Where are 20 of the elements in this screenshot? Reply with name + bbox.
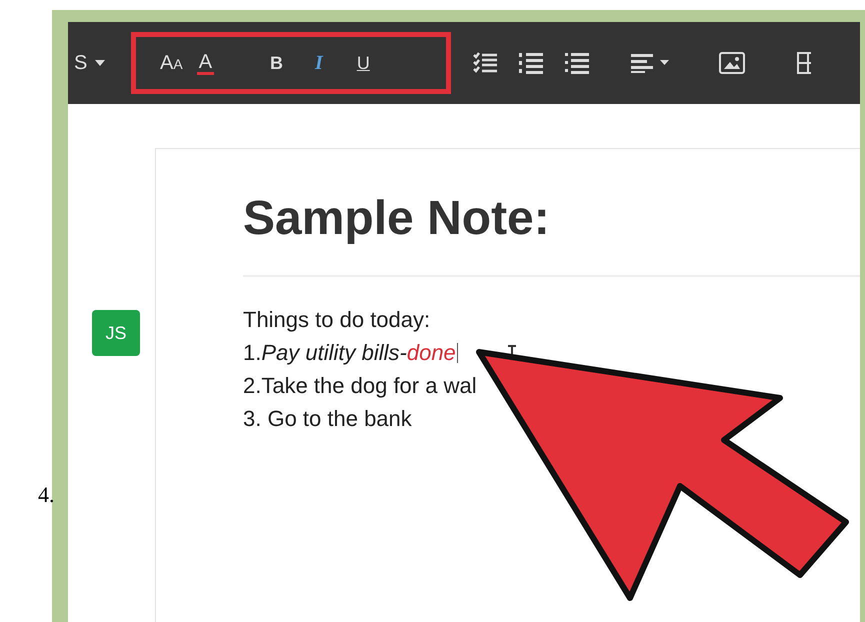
image-icon[interactable]: [719, 52, 745, 74]
bulleted-list-icon[interactable]: [565, 52, 589, 74]
note-line: 3. Go to the bank: [243, 405, 412, 433]
avatar: JS: [92, 310, 140, 356]
table-icon[interactable]: [797, 52, 811, 74]
numbered-list-icon[interactable]: [519, 52, 543, 74]
align-dropdown-icon[interactable]: [631, 53, 671, 73]
font-color-button[interactable]: A: [196, 52, 214, 74]
style-dropdown[interactable]: S: [68, 48, 128, 78]
italic-button[interactable]: I: [313, 48, 325, 78]
note-line: 2.Take the dog for a wal: [243, 372, 477, 400]
underline-button[interactable]: U: [354, 50, 372, 76]
checklist-icon[interactable]: [473, 52, 497, 74]
note-line: Things to do today:: [243, 306, 430, 334]
bold-button[interactable]: B: [268, 50, 286, 76]
font-size-button[interactable]: AA: [158, 48, 185, 78]
note-line: 1.Pay utility bills-done: [243, 339, 456, 367]
caret-icon: [95, 60, 106, 66]
step-number: 4.: [38, 481, 54, 509]
note-title: Sample Note:: [243, 191, 551, 247]
